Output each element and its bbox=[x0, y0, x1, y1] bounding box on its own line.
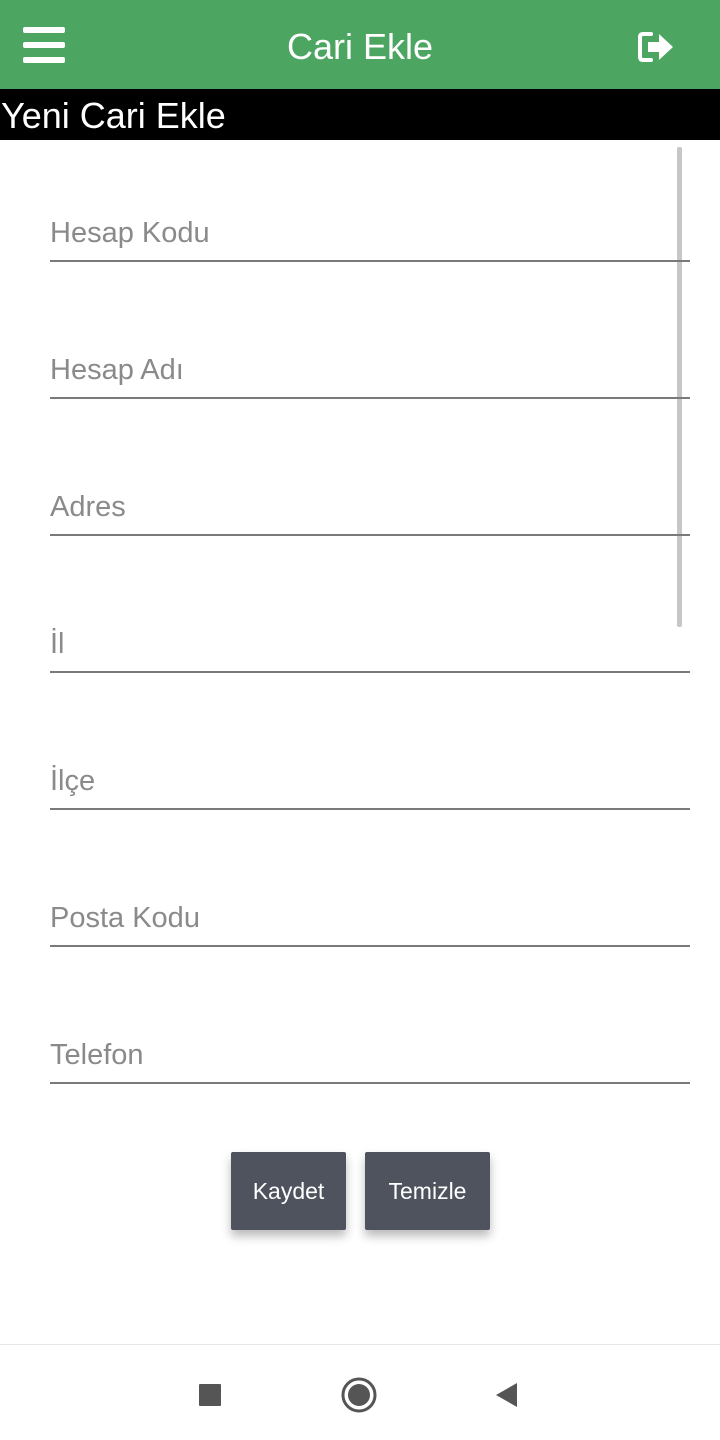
logout-button[interactable] bbox=[630, 24, 682, 70]
postal-code-input[interactable] bbox=[50, 902, 690, 935]
screen: Cari Ekle Yeni Cari Ekle Hesap Kodu Hesa… bbox=[0, 0, 720, 1440]
district-field[interactable] bbox=[50, 750, 690, 810]
system-nav-bar bbox=[0, 1344, 720, 1440]
sign-out-icon bbox=[638, 32, 673, 62]
phone-field[interactable] bbox=[50, 1024, 690, 1084]
account-form bbox=[0, 140, 720, 1140]
section-title: Yeni Cari Ekle bbox=[0, 89, 720, 140]
district-input[interactable] bbox=[50, 765, 690, 798]
app-bar: Cari Ekle bbox=[0, 0, 720, 89]
save-button[interactable]: Kaydet bbox=[231, 1152, 346, 1230]
home-button[interactable] bbox=[337, 1373, 381, 1417]
city-input[interactable] bbox=[50, 628, 690, 661]
account-code-input[interactable] bbox=[50, 217, 690, 250]
recent-apps-button[interactable] bbox=[188, 1373, 232, 1417]
postal-code-field[interactable] bbox=[50, 887, 690, 947]
hamburger-menu-icon bbox=[23, 27, 65, 63]
city-field[interactable] bbox=[50, 613, 690, 673]
triangle-back-icon bbox=[496, 1383, 517, 1407]
square-recent-apps-icon bbox=[199, 1384, 221, 1406]
back-button[interactable] bbox=[484, 1373, 528, 1417]
account-name-input[interactable] bbox=[50, 354, 690, 387]
account-name-field[interactable] bbox=[50, 339, 690, 399]
address-input[interactable] bbox=[50, 491, 690, 524]
page-title: Cari Ekle bbox=[286, 26, 434, 67]
account-code-field[interactable] bbox=[50, 202, 690, 262]
circle-home-icon bbox=[341, 1377, 377, 1413]
address-field[interactable] bbox=[50, 476, 690, 536]
menu-button[interactable] bbox=[18, 22, 70, 68]
phone-input[interactable] bbox=[50, 1039, 690, 1072]
clear-button[interactable]: Temizle bbox=[365, 1152, 490, 1230]
